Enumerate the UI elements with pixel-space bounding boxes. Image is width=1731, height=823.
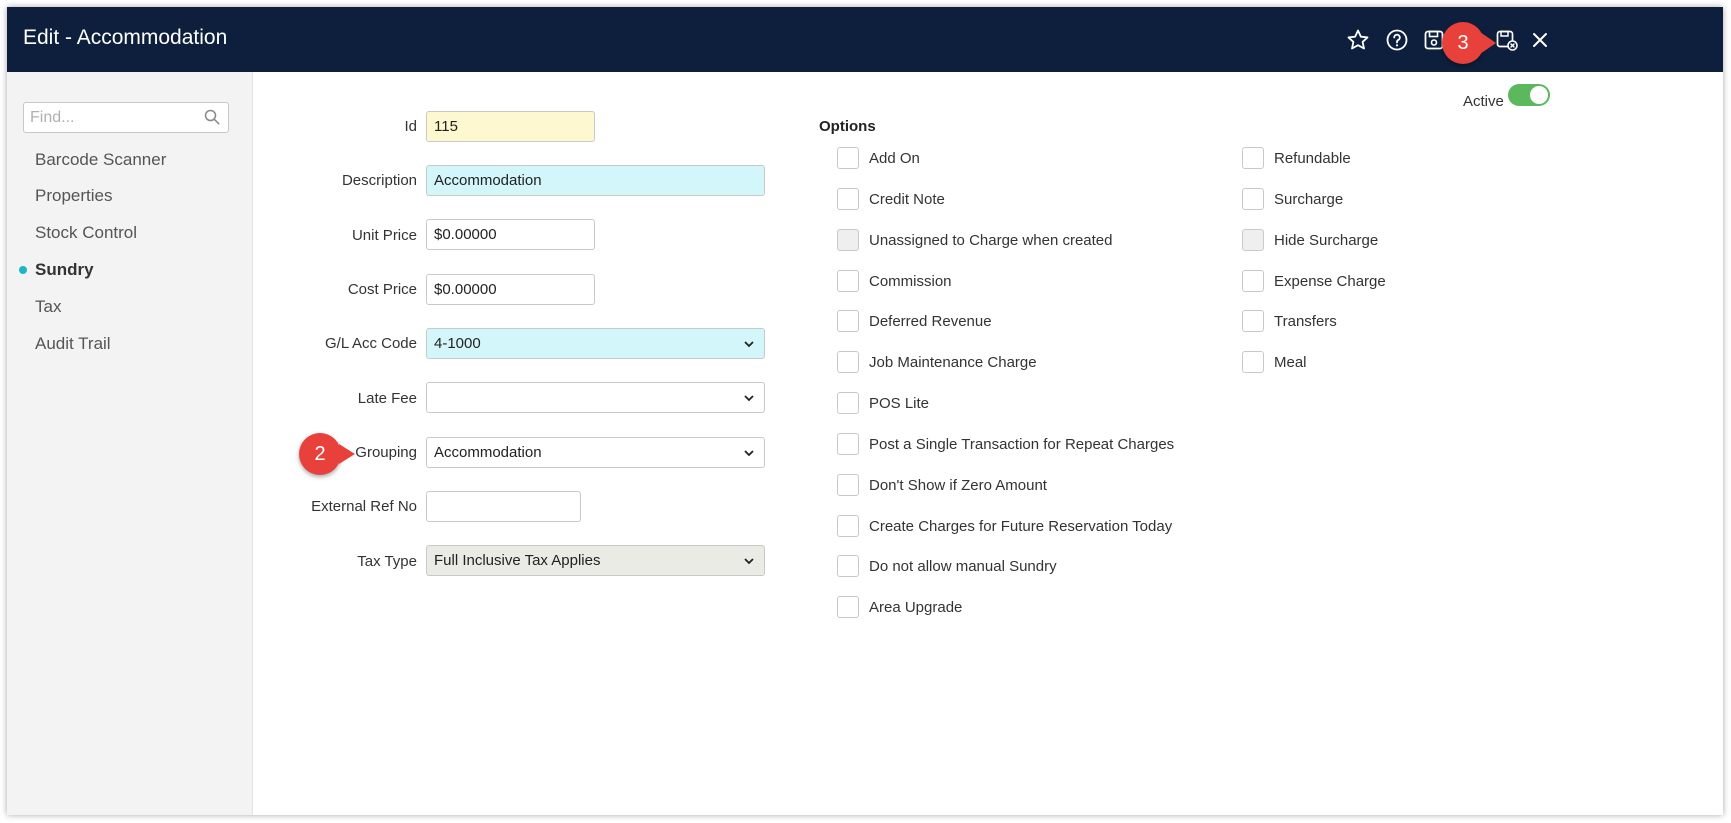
late-fee-select[interactable] [426,382,765,413]
sidebar-item-stock-control[interactable]: Stock Control [35,223,137,243]
close-icon[interactable] [1526,26,1554,54]
tax-type-select[interactable]: Full Inclusive Tax Applies [426,545,765,576]
meal-checkbox[interactable] [1242,351,1264,373]
commission-checkbox[interactable] [837,270,859,292]
transfers-checkbox[interactable] [1242,310,1264,332]
id-label: Id [404,118,417,135]
active-toggle[interactable] [1508,84,1550,106]
transfers-label: Transfers [1274,313,1337,330]
chevron-down-icon [744,450,754,457]
external-ref-field[interactable] [426,491,581,522]
expense-charge-label: Expense Charge [1274,273,1386,290]
toggle-knob [1530,86,1548,104]
sidebar-item-tax[interactable]: Tax [35,297,61,317]
id-value: 115 [434,118,458,135]
star-icon[interactable] [1344,26,1372,54]
late-fee-label: Late Fee [357,390,417,407]
hide-surcharge-label: Hide Surcharge [1274,232,1379,249]
deferred-revenue-label: Deferred Revenue [869,313,992,330]
external-ref-label: External Ref No [311,498,417,515]
window-title: Edit - Accommodation [23,26,228,49]
step-callout-3: 3 [1442,22,1484,64]
create-charges-future-label: Create Charges for Future Reservation To… [869,518,1173,535]
grouping-select[interactable]: Accommodation [426,437,765,468]
area-upgrade-checkbox[interactable] [837,596,859,618]
description-value: Accommodation [434,172,542,189]
cost-price-value: $0.00000 [434,281,497,298]
pos-lite-label: POS Lite [869,395,930,412]
commission-label: Commission [869,273,952,290]
callout-number: 3 [1457,31,1469,54]
title-bar: Edit - Accommodation 3 [7,7,1723,72]
area-upgrade-label: Area Upgrade [869,599,963,616]
credit-note-label: Credit Note [869,191,945,208]
unassigned-to-charge-checkbox [837,229,859,251]
dont-show-zero-amount-label: Don't Show if Zero Amount [869,477,1047,494]
unit-price-label: Unit Price [351,227,417,244]
no-manual-sundry-label: Do not allow manual Sundry [869,558,1057,575]
add-on-checkbox[interactable] [837,147,859,169]
add-on-label: Add On [869,150,920,167]
meal-label: Meal [1274,354,1307,371]
job-maintenance-charge-checkbox[interactable] [837,351,859,373]
callout-arrow [1480,32,1496,54]
sidebar-item-properties[interactable]: Properties [35,186,112,206]
gl-acc-code-select[interactable]: 4-1000 [426,328,765,359]
refundable-label: Refundable [1274,150,1351,167]
gl-acc-code-value: 4-1000 [434,335,481,352]
chevron-down-icon [744,341,754,348]
sidebar-item-sundry[interactable]: Sundry [35,260,94,280]
active-label: Active [1463,93,1504,110]
edit-window: Edit - Accommodation 3 Find... Barcode S… [7,7,1723,815]
chevron-down-icon [744,395,754,402]
job-maintenance-charge-label: Job Maintenance Charge [869,354,1037,371]
chevron-down-icon [744,558,754,565]
credit-note-checkbox[interactable] [837,188,859,210]
hide-surcharge-checkbox [1242,229,1264,251]
description-label: Description [341,172,417,189]
sidebar-item-audit-trail[interactable]: Audit Trail [35,334,111,354]
find-box [23,102,229,133]
refundable-checkbox[interactable] [1242,147,1264,169]
post-single-transaction-checkbox[interactable] [837,433,859,455]
deferred-revenue-checkbox[interactable] [837,310,859,332]
no-manual-sundry-checkbox[interactable] [837,555,859,577]
active-indicator-dot [19,266,27,274]
unit-price-field[interactable]: $0.00000 [426,219,595,250]
unassigned-to-charge-label: Unassigned to Charge when created [869,232,1113,249]
unit-price-value: $0.00000 [434,226,497,243]
surcharge-label: Surcharge [1274,191,1344,208]
cost-price-field[interactable]: $0.00000 [426,274,595,305]
create-charges-future-checkbox[interactable] [837,515,859,537]
dont-show-zero-amount-checkbox[interactable] [837,474,859,496]
description-field[interactable]: Accommodation [426,165,765,196]
grouping-label: Grouping [355,444,417,461]
options-heading: Options [819,118,876,135]
surcharge-checkbox[interactable] [1242,188,1264,210]
tax-type-label: Tax Type [357,553,417,570]
find-input[interactable] [24,103,200,132]
id-field[interactable]: 115 [426,111,595,142]
help-icon[interactable] [1383,26,1411,54]
grouping-value: Accommodation [434,444,542,461]
cost-price-label: Cost Price [347,281,417,298]
post-single-transaction-label: Post a Single Transaction for Repeat Cha… [869,436,1175,453]
pos-lite-checkbox[interactable] [837,392,859,414]
tax-type-value: Full Inclusive Tax Applies [434,552,601,569]
expense-charge-checkbox[interactable] [1242,270,1264,292]
sidebar-item-barcode-scanner[interactable]: Barcode Scanner [35,150,166,170]
gl-acc-code-label: G/L Acc Code [325,335,417,352]
